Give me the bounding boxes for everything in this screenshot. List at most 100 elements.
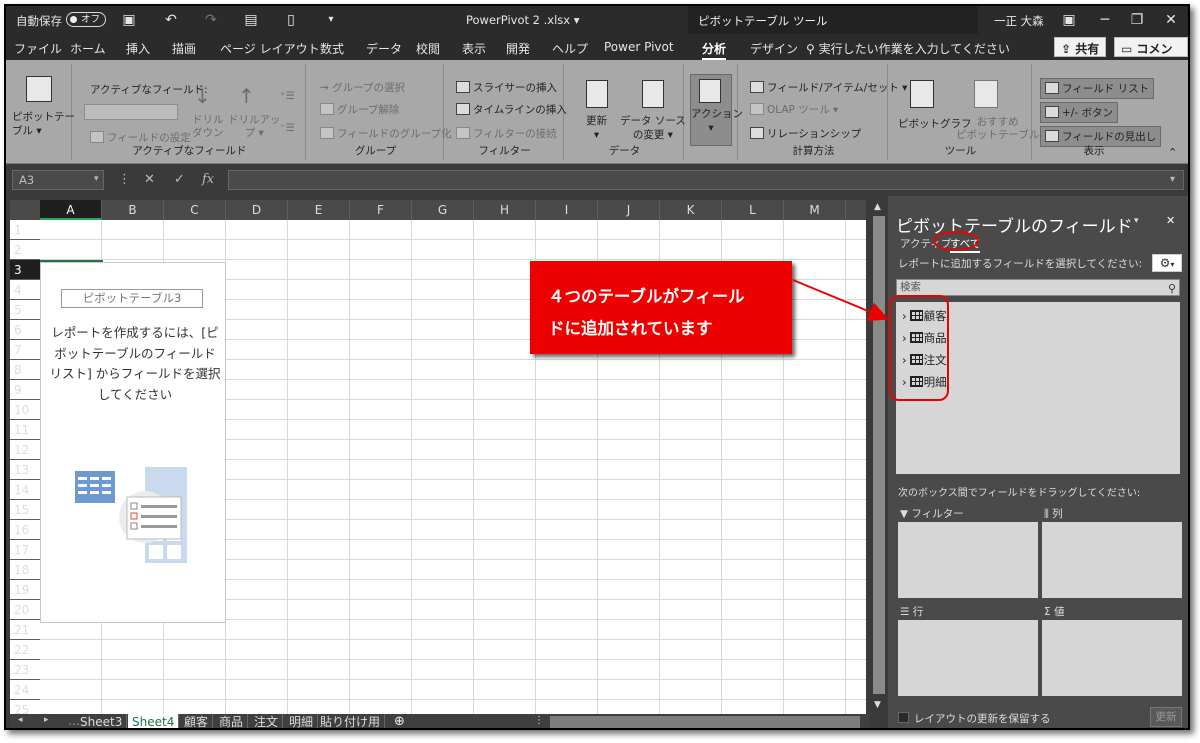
file-name[interactable]: PowerPivot 2 .xlsx ▾	[466, 13, 580, 27]
drill-up-button[interactable]: ドリルアッ プ ▾	[228, 114, 281, 140]
scroll-down-icon[interactable]: ▼	[874, 700, 881, 710]
sheet-tab-orders[interactable]: 注文	[250, 714, 284, 728]
sheet-tab-sheet4[interactable]: Sheet4	[128, 714, 180, 728]
tab-data[interactable]: データ	[366, 40, 402, 57]
column-header[interactable]: J	[598, 200, 660, 220]
insert-timeline-button[interactable]: タイムラインの挿入	[456, 102, 567, 117]
columns-drop-area[interactable]	[1042, 522, 1182, 598]
field-table-products[interactable]: › 商品	[902, 330, 947, 346]
drill-down-button[interactable]: ドリル ダウン	[192, 114, 224, 140]
group-selection-button[interactable]: → グループの選択	[320, 80, 405, 95]
pivottable-button[interactable]: ピボットテー ブル ▾	[12, 110, 75, 138]
active-field-input[interactable]	[84, 104, 178, 120]
column-header[interactable]: E	[288, 200, 350, 220]
scroll-up-icon[interactable]: ▲	[874, 202, 881, 212]
save-icon[interactable]: ▣	[120, 11, 138, 29]
column-header[interactable]: D	[226, 200, 288, 220]
add-sheet-icon[interactable]: ⊕	[394, 714, 405, 728]
values-drop-area[interactable]	[1042, 620, 1182, 696]
row-header[interactable]: 9	[10, 380, 40, 400]
horizontal-scrollbar[interactable]	[550, 716, 860, 728]
tab-view[interactable]: 表示	[462, 40, 486, 57]
change-source-button[interactable]: データ ソース の変更 ▾	[620, 114, 686, 142]
column-header[interactable]: K	[660, 200, 722, 220]
tab-help[interactable]: ヘルプ	[552, 40, 588, 57]
restore-icon[interactable]: ❐	[1128, 11, 1146, 29]
pane-options-icon[interactable]: ▾	[1134, 216, 1139, 226]
group-field-button[interactable]: フィールドのグループ化	[320, 126, 452, 141]
row-header[interactable]: 23	[10, 660, 40, 680]
sheet-next-icon[interactable]: ▸	[44, 715, 49, 725]
tab-home[interactable]: ホーム	[70, 40, 106, 57]
row-header[interactable]: 17	[10, 540, 40, 560]
collapse-field-icon[interactable]: ⁻☰	[280, 122, 295, 134]
row-header[interactable]: 3	[10, 260, 40, 280]
defer-update-checkbox[interactable]	[898, 712, 909, 723]
close-icon[interactable]: ✕	[1162, 11, 1180, 29]
tab-split-handle[interactable]: ⋮	[534, 715, 544, 726]
row-header[interactable]: 22	[10, 640, 40, 660]
field-search-input[interactable]: 検索 ⚲	[896, 279, 1180, 296]
tab-page-layout[interactable]: ページ レイアウト	[220, 40, 320, 57]
pivottable-placeholder[interactable]: ピボットテーブル3 レポートを作成するには、[ピボットテーブルのフィールド リス…	[40, 262, 226, 623]
enter-icon[interactable]: ✓	[174, 172, 185, 187]
comment-button[interactable]: ▭ コメント	[1114, 37, 1188, 73]
tab-formulas[interactable]: 数式	[320, 40, 344, 57]
recommended-pivot-button[interactable]: おすすめ ピボットテーブル	[956, 116, 1039, 142]
field-table-customers[interactable]: › 顧客	[902, 308, 947, 324]
tab-file[interactable]: ファイル	[14, 40, 62, 57]
row-header[interactable]: 25	[10, 700, 40, 714]
undo-icon[interactable]: ↶	[162, 11, 180, 29]
expand-field-icon[interactable]: ⁺☰	[280, 90, 295, 102]
column-header[interactable]: F	[350, 200, 412, 220]
row-header[interactable]: 13	[10, 460, 40, 480]
select-all-corner[interactable]	[10, 200, 40, 220]
tab-review[interactable]: 校閲	[416, 40, 440, 57]
name-box-dropdown-icon[interactable]: ▾	[94, 174, 99, 184]
expand-chevron-icon[interactable]: ›	[902, 309, 907, 323]
column-header[interactable]: H	[474, 200, 536, 220]
column-header[interactable]: C	[164, 200, 226, 220]
vertical-scrollbar[interactable]: ▲ ▼	[870, 200, 888, 714]
tab-analyze[interactable]: 分析	[702, 40, 727, 60]
row-header[interactable]: 12	[10, 440, 40, 460]
row-header[interactable]: 21	[10, 620, 40, 640]
sheet-tab-products[interactable]: 商品	[215, 714, 249, 728]
form-icon[interactable]: ▤	[242, 11, 260, 29]
sheet-prev-icon[interactable]: ◂	[18, 715, 23, 725]
relationships-button[interactable]: リレーションシップ	[750, 126, 861, 141]
vertical-scroll-thumb[interactable]	[873, 216, 885, 694]
sheet-tab-customers[interactable]: 顧客	[180, 714, 214, 728]
row-header[interactable]: 14	[10, 480, 40, 500]
insert-function-icon[interactable]: fx	[202, 172, 214, 187]
autosave-toggle[interactable]: オフ	[66, 12, 106, 27]
expand-chevron-icon[interactable]: ›	[902, 375, 907, 389]
field-list[interactable]: › 顧客 › 商品 › 注文 › 明細	[896, 302, 1180, 474]
row-header[interactable]: 2	[10, 240, 40, 260]
row-header[interactable]: 1	[10, 220, 40, 240]
insert-slicer-button[interactable]: スライサーの挿入	[456, 80, 557, 95]
ungroup-button[interactable]: グループ解除	[320, 102, 399, 117]
row-header[interactable]: 18	[10, 560, 40, 580]
refresh-button[interactable]: 更新 ▾	[586, 114, 607, 142]
tab-insert[interactable]: 挿入	[126, 40, 150, 57]
redo-icon[interactable]: ↷	[202, 11, 220, 29]
name-box[interactable]: A3	[12, 170, 104, 190]
filters-drop-area[interactable]	[898, 522, 1038, 598]
expand-formula-icon[interactable]: ▾	[1170, 174, 1175, 185]
tab-draw[interactable]: 描画	[172, 40, 196, 57]
field-list-settings-button[interactable]: ⚙▾	[1152, 254, 1182, 272]
tab-power-pivot[interactable]: Power Pivot	[604, 40, 674, 54]
row-header[interactable]: 19	[10, 580, 40, 600]
row-header[interactable]: 8	[10, 360, 40, 380]
field-table-orders[interactable]: › 注文	[902, 352, 947, 368]
tab-developer[interactable]: 開発	[506, 40, 530, 57]
customize-qat-icon[interactable]: ▾	[322, 11, 340, 29]
tab-all-fields[interactable]: すべて	[950, 236, 981, 253]
field-table-details[interactable]: › 明細	[902, 374, 947, 390]
expand-chevron-icon[interactable]: ›	[902, 353, 907, 367]
olap-tools-button[interactable]: OLAP ツール ▾	[750, 102, 838, 117]
fields-items-sets-button[interactable]: フィールド/アイテム/セット ▾	[750, 80, 907, 95]
sheet-tab-paste[interactable]: 貼り付け用	[316, 714, 386, 728]
row-header[interactable]: 20	[10, 600, 40, 620]
